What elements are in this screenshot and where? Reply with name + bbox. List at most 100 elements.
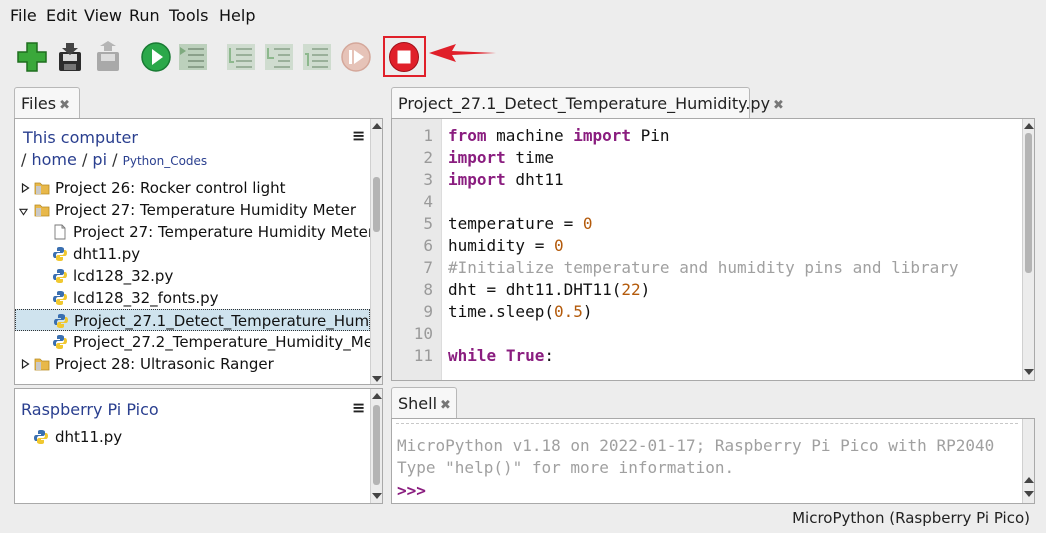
code-editor[interactable]: 1 2 3 4 5 6 7 8 9 10 11 from machine import Pin imp… [391, 118, 1035, 381]
code-token: import [573, 126, 632, 145]
red-arrow-icon [429, 44, 496, 62]
python-file-icon [53, 269, 67, 283]
tree-folder[interactable]: Project 26: Rocker control light [15, 177, 370, 199]
collapsed-triangle-icon[interactable] [21, 183, 30, 193]
close-icon[interactable]: ✖ [440, 398, 451, 413]
tree-file[interactable]: dht11.py [15, 243, 370, 265]
step-into-icon[interactable] [262, 40, 296, 74]
editor-scrollbar[interactable] [1022, 119, 1034, 380]
code-token: while [448, 346, 497, 365]
tree-item-label: Project 27: Temperature Humidity Meter [55, 201, 357, 219]
expanded-triangle-icon[interactable] [19, 207, 28, 217]
tree-file[interactable]: Project_27.1_Detect_Temperature_Humidity… [15, 309, 382, 331]
close-icon[interactable]: ✖ [773, 98, 784, 113]
code-line: dht = dht11.DHT11(22) [448, 280, 650, 299]
code-token: dht11 [505, 170, 564, 189]
menu-help[interactable]: Help [219, 6, 255, 25]
save-file-icon[interactable] [91, 40, 125, 74]
line-number: 8 [423, 280, 433, 299]
scroll-down-icon[interactable] [372, 493, 382, 499]
scroll-down-icon[interactable] [372, 376, 382, 382]
pico-scrollbar[interactable] [370, 389, 382, 503]
tree-scrollbar[interactable] [370, 119, 382, 384]
list-item[interactable]: dht11.py [31, 426, 331, 448]
shell-separator [396, 423, 1018, 424]
menu-view[interactable]: View [84, 6, 122, 25]
tree-file[interactable]: lcd128_32.py [15, 265, 370, 287]
scroll-up-icon[interactable] [1024, 123, 1034, 129]
resume-icon[interactable] [339, 40, 373, 74]
code-token: import [448, 170, 506, 189]
line-number: 11 [413, 346, 433, 365]
code-token: import [448, 148, 506, 167]
menu-edit[interactable]: Edit [46, 6, 77, 25]
python-file-icon [54, 314, 68, 328]
shell-banner: MicroPython v1.18 on 2022-01-17; Raspber… [397, 436, 995, 455]
stop-highlight-box [383, 36, 426, 77]
code-token: dht = dht11.DHT11( [448, 280, 622, 299]
new-file-icon[interactable] [15, 40, 49, 74]
tree-file[interactable]: Project_27.2_Temperature_Humidity_Meter.… [15, 331, 382, 353]
tree-item-label: Project_27.1_Detect_Temperature_Humidity… [74, 312, 383, 330]
code-token: True [505, 346, 545, 365]
scroll-up-icon[interactable] [372, 393, 382, 399]
panel-menu-icon[interactable]: ≡ [352, 398, 365, 417]
scroll-thumb[interactable] [373, 177, 380, 232]
menu-file[interactable]: File [10, 6, 37, 25]
open-file-icon[interactable] [53, 40, 87, 74]
pico-title[interactable]: Raspberry Pi Pico [21, 400, 159, 419]
code-token: machine [486, 126, 574, 145]
shell-tab-label: Shell [398, 394, 438, 413]
scroll-down-icon[interactable] [1024, 369, 1034, 375]
folder-icon [34, 358, 50, 371]
collapsed-triangle-icon[interactable] [21, 359, 30, 369]
tree-item-label: lcd128_32.py [73, 267, 174, 285]
scroll-down-icon[interactable] [1024, 491, 1034, 497]
scroll-up-icon[interactable] [1024, 477, 1034, 483]
code-line: #Initialize temperature and humidity pin… [448, 258, 959, 277]
folder-icon [34, 182, 50, 195]
code-token: 0.5 [553, 302, 583, 321]
menu-tools[interactable]: Tools [169, 6, 208, 25]
tree-folder[interactable]: Project 28: Ultrasonic Ranger [15, 353, 370, 375]
breadcrumb-pi[interactable]: pi [92, 150, 107, 169]
scroll-thumb[interactable] [1025, 133, 1032, 273]
tab-editor-file[interactable]: Project_27.1_Detect_Temperature_Humidity… [391, 87, 784, 119]
code-token: ) [640, 280, 651, 299]
code-token: : [544, 346, 554, 365]
step-out-icon[interactable] [300, 40, 334, 74]
panel-menu-icon[interactable]: ≡ [352, 126, 365, 145]
code-token: time [505, 148, 554, 167]
scroll-up-icon[interactable] [372, 123, 382, 129]
line-number: 7 [423, 258, 433, 277]
code-line: time.sleep(0.5) [448, 302, 593, 321]
breadcrumb-python-codes[interactable]: Python_Codes [123, 154, 208, 168]
debug-icon[interactable] [176, 40, 210, 74]
this-computer-title[interactable]: This computer [23, 128, 138, 147]
step-over-icon[interactable] [224, 40, 258, 74]
tree-file[interactable]: Project 27: Temperature Humidity Meter [15, 221, 374, 243]
line-number: 6 [423, 236, 433, 255]
file-icon [54, 224, 66, 240]
tab-shell[interactable]: Shell ✖ [391, 387, 457, 419]
close-icon[interactable]: ✖ [59, 98, 70, 113]
code-token: ) [582, 302, 593, 321]
shell-panel[interactable]: MicroPython v1.18 on 2022-01-17; Raspber… [391, 418, 1035, 504]
code-token: 0 [582, 214, 593, 233]
scroll-thumb[interactable] [373, 405, 380, 485]
run-icon[interactable] [139, 40, 173, 74]
code-line: import time [448, 148, 554, 167]
breadcrumb-home[interactable]: home [31, 150, 76, 169]
tab-files[interactable]: Files ✖ [14, 87, 80, 119]
path-sep: / [112, 150, 118, 169]
tree-file[interactable]: lcd128_32_fonts.py [15, 287, 370, 309]
shell-prompt[interactable]: >>> [397, 481, 426, 500]
this-computer-panel: This computer ≡ / home / pi / Python_Cod… [14, 118, 383, 385]
menu-run[interactable]: Run [129, 6, 160, 25]
status-bar-interpreter[interactable]: MicroPython (Raspberry Pi Pico) [792, 509, 1030, 527]
code-token: temperature = [448, 214, 583, 233]
shell-scrollbar[interactable] [1022, 419, 1034, 503]
code-token: 22 [621, 280, 641, 299]
tree-folder[interactable]: Project 27: Temperature Humidity Meter [15, 199, 370, 221]
